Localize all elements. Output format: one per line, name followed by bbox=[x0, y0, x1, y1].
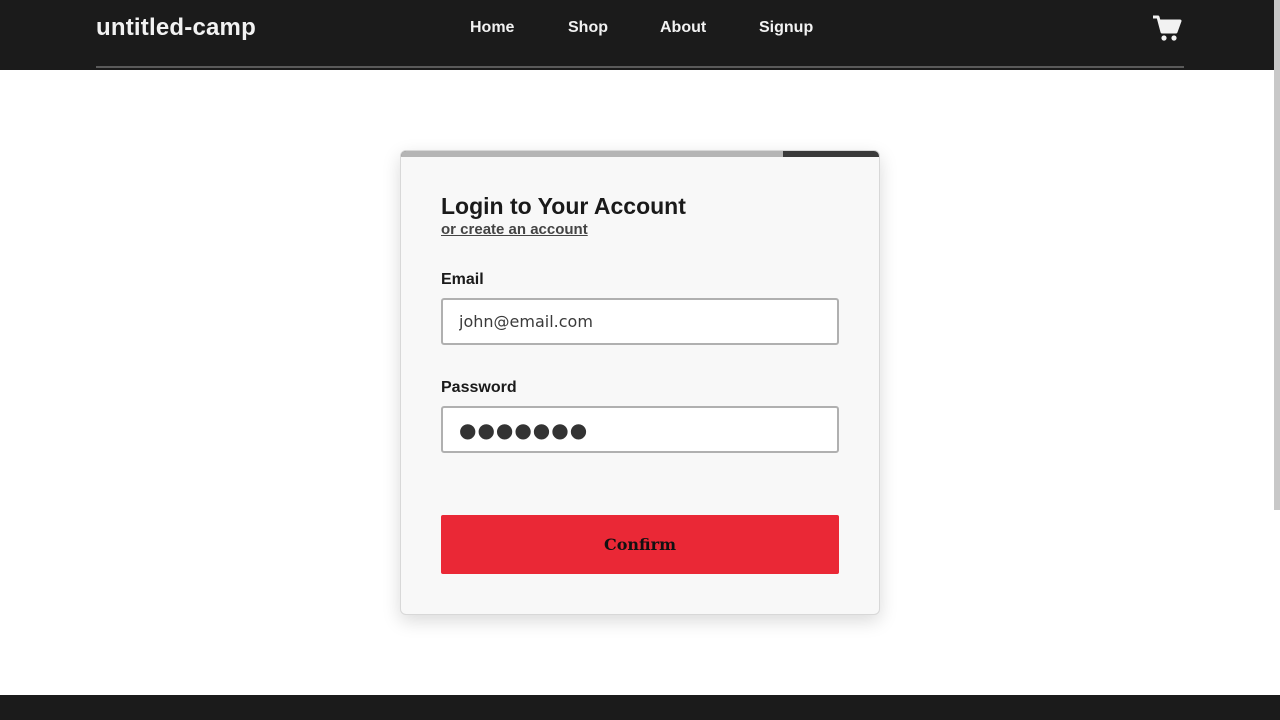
login-card: Login to Your Account or create an accou… bbox=[400, 150, 880, 615]
card-progress-fill bbox=[401, 151, 784, 157]
email-label: Email bbox=[441, 271, 484, 288]
nav-signup[interactable]: Signup bbox=[759, 19, 813, 37]
shopping-cart-icon[interactable] bbox=[1152, 14, 1182, 42]
confirm-button[interactable]: Confirm bbox=[441, 515, 839, 574]
email-field[interactable] bbox=[441, 298, 839, 345]
card-progress-bar bbox=[401, 151, 879, 157]
nav-shop[interactable]: Shop bbox=[568, 19, 608, 37]
nav-about[interactable]: About bbox=[660, 19, 706, 37]
navbar: untitled-camp Home Shop About Signup bbox=[0, 0, 1280, 70]
password-field[interactable] bbox=[441, 406, 839, 453]
scrollbar-thumb[interactable] bbox=[1274, 0, 1280, 510]
brand-logo[interactable]: untitled-camp bbox=[96, 14, 256, 42]
nav-home[interactable]: Home bbox=[470, 19, 514, 37]
footer bbox=[0, 695, 1280, 720]
login-title: Login to Your Account bbox=[441, 193, 686, 219]
create-account-link[interactable]: or create an account bbox=[441, 221, 588, 238]
password-label: Password bbox=[441, 379, 517, 396]
navbar-inner: untitled-camp Home Shop About Signup bbox=[96, 0, 1184, 68]
